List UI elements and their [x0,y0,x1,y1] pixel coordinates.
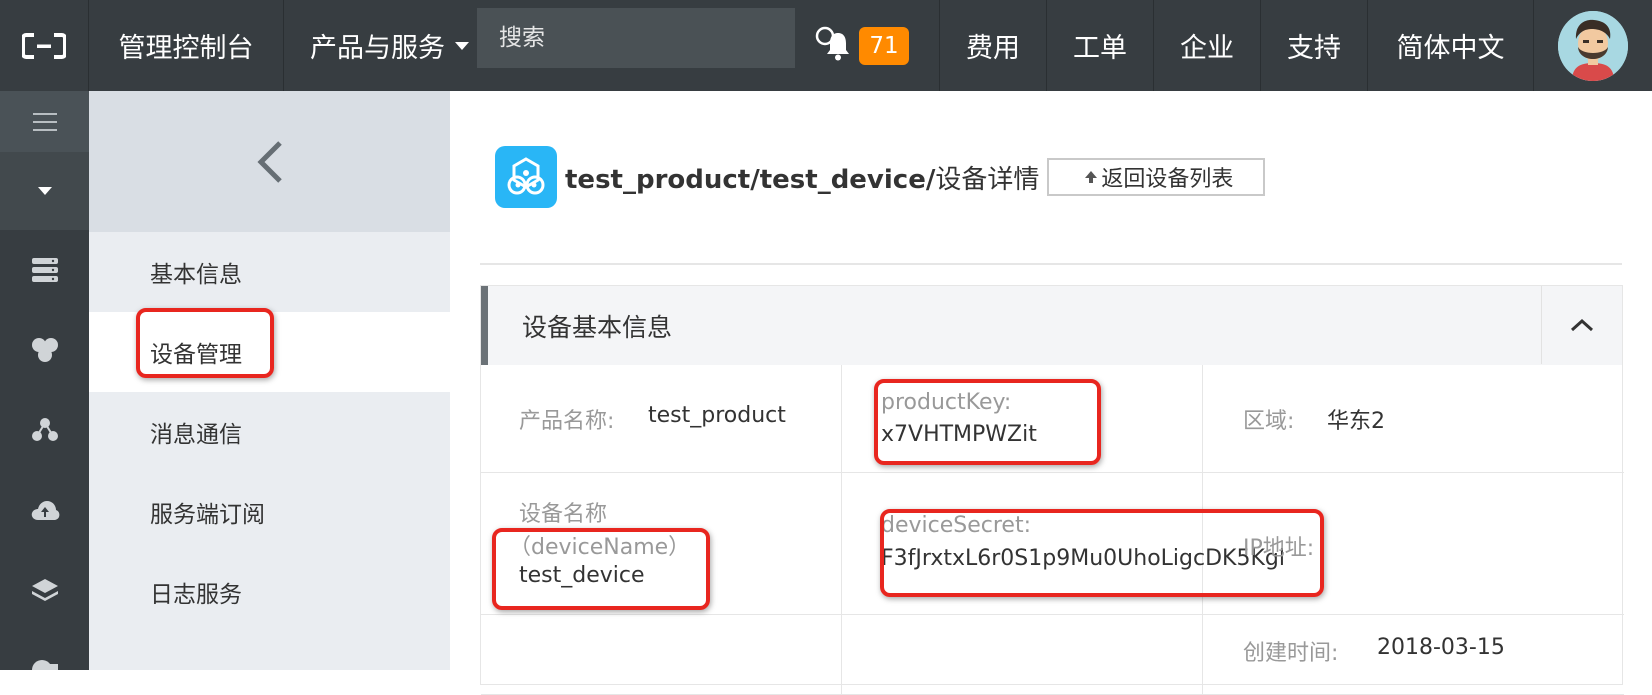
rail-item-more[interactable] [0,630,89,670]
language-selector[interactable]: 简体中文 [1368,0,1534,91]
row3-cell-2 [842,615,1203,695]
icon-rail [0,91,89,670]
caret-down-icon [37,187,52,195]
row3-cell-1 [481,615,842,695]
ticket-link[interactable]: 工单 [1047,0,1154,91]
device-name-cell: 设备名称 （deviceName） test_device [481,473,842,615]
products-menu[interactable]: 产品与服务 [284,0,477,91]
iot-hub-icon [31,338,58,362]
sidebar-item-label: 设备管理 [150,342,242,368]
page-header: test_product/test_device/设备详情 返回设备列表 [495,146,1266,208]
rail-item-iot[interactable] [0,310,89,390]
logo[interactable] [0,0,89,91]
rail-item-network[interactable] [0,390,89,470]
product-key-value: x7VHTMPWZit [881,422,1037,447]
user-menu[interactable] [1534,0,1652,91]
sidebar-item-label: 服务端订阅 [150,502,265,528]
device-name-label: 设备名称 [519,502,608,527]
rail-item-layers[interactable] [0,550,89,630]
iot-device-icon [507,157,545,195]
products-label: 产品与服务 [310,33,445,64]
sidebar-item-server-subscription[interactable]: 服务端订阅 [89,472,450,552]
fees-link[interactable]: 费用 [939,0,1047,91]
bell-icon [827,32,850,60]
tool-icon [31,660,58,670]
back-button-label: 返回设备列表 [1101,167,1234,192]
sidebar-item-messaging[interactable]: 消息通信 [89,392,450,472]
title-path: test_product/test_device/ [565,164,936,195]
rail-item-server[interactable] [0,230,89,310]
ip-label: IP地址: [1243,536,1315,561]
product-name-cell: 产品名称: test_product [481,365,842,473]
collapse-button[interactable] [1541,286,1622,364]
sidebar-item-log-service[interactable]: 日志服务 [89,552,450,632]
console-link[interactable]: 管理控制台 [89,0,284,91]
server-icon [31,258,58,282]
product-key-cell: productKey: x7VHTMPWZit [842,365,1203,473]
panel-title: 设备基本信息 [522,312,673,342]
search-input[interactable] [477,8,814,68]
sidebar-item-label: 基本信息 [150,262,242,288]
product-icon [495,146,557,208]
aliyun-logo-icon [22,32,66,59]
sidebar-item-basic-info[interactable]: 基本信息 [89,232,450,312]
device-secret-label: deviceSecret: [881,513,1031,538]
avatar-illustration-icon [1558,10,1628,81]
rail-item-cloud[interactable] [0,470,89,550]
network-icon [31,418,58,441]
main-content: test_product/test_device/设备详情 返回设备列表 设备基… [450,91,1652,695]
notifications[interactable]: 71 [795,0,939,91]
top-bar: 管理控制台 产品与服务 71 费用 工单 企业 支持 简体中文 [0,0,1652,91]
sidebar-item-label: 消息通信 [150,422,242,448]
secondary-sidebar: 基本信息 设备管理 消息通信 服务端订阅 日志服务 [89,91,450,670]
product-name-label: 产品名称: [519,409,615,434]
panel-header: 设备基本信息 [481,286,1622,365]
chevron-left-icon [256,140,282,183]
device-name-value: test_device [519,563,645,588]
product-key-label: productKey: [881,390,1012,415]
menu-icon [32,112,57,131]
title-suffix: 设备详情 [935,164,1040,195]
device-info-panel: 设备基本信息 产品名称: test_product productKey: x7… [480,285,1624,695]
enterprise-link[interactable]: 企业 [1154,0,1261,91]
upload-arrow-icon [1085,171,1098,183]
region-label: 区域: [1243,409,1295,434]
created-label: 创建时间: [1243,641,1339,666]
sidebar-item-label: 日志服务 [150,582,242,608]
avatar [1558,10,1628,81]
region-value: 华东2 [1327,409,1385,434]
device-name-label-en: （deviceName） [509,535,691,560]
sidebar-collapse[interactable] [89,91,450,232]
caret-down-icon [455,41,469,50]
region-cell: 区域: 华东2 [1203,365,1624,473]
created-cell: 创建时间: 2018-03-15 [1203,615,1624,695]
device-secret-cell: deviceSecret: F3fJrxtxL6r0S1p9Mu0UhoLigc… [842,473,1285,615]
product-name-value: test_product [648,403,786,428]
cloud-icon [31,501,59,520]
back-to-device-list-button[interactable]: 返回设备列表 [1047,158,1266,196]
header-divider [480,263,1622,265]
search-box [477,8,840,68]
support-link[interactable]: 支持 [1261,0,1368,91]
sidebar-item-device-management[interactable]: 设备管理 [89,312,450,392]
page-title: test_product/test_device/设备详情 [565,159,1039,196]
layers-icon [31,579,58,601]
chevron-up-icon [1570,318,1594,332]
notification-badge: 71 [859,26,909,65]
rail-dropdown[interactable] [0,152,89,230]
ip-cell: IP地址: [1203,473,1624,615]
menu-toggle[interactable] [0,91,89,152]
created-value: 2018-03-15 [1377,635,1505,660]
